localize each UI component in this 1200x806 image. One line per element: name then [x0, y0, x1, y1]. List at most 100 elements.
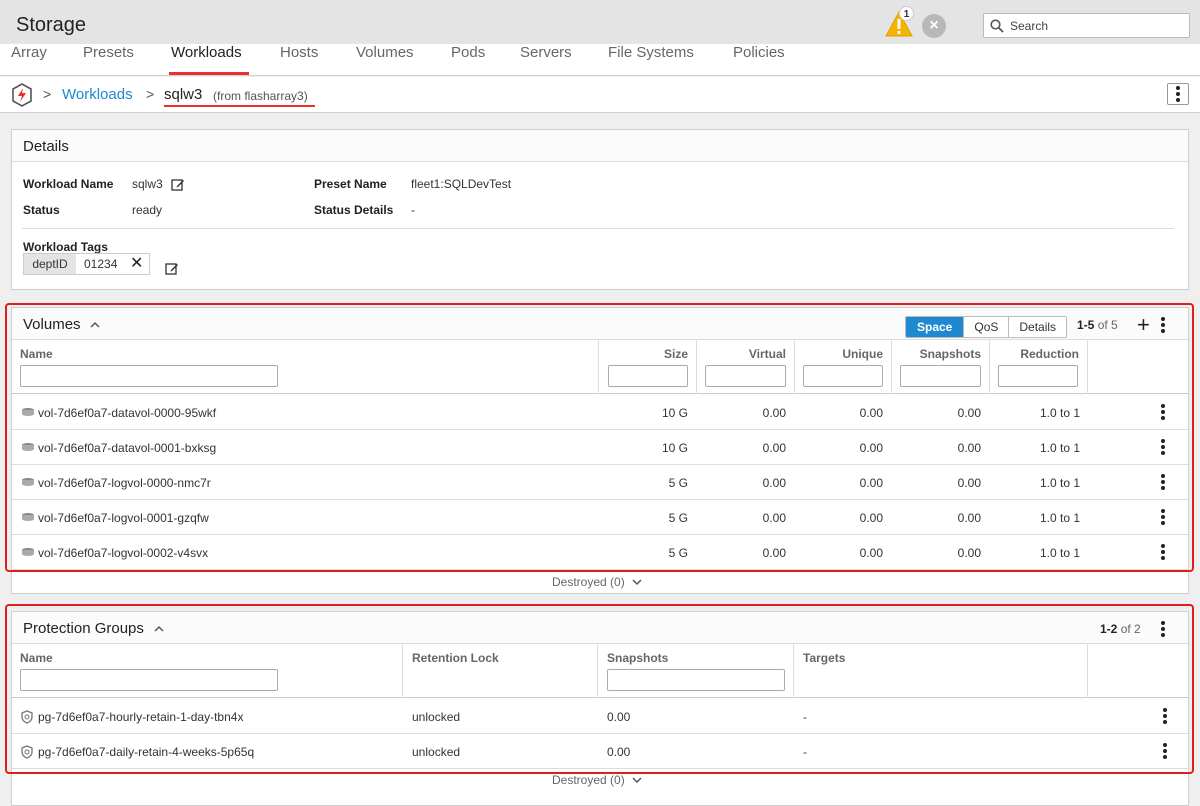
tab-servers[interactable]: Servers — [520, 44, 572, 62]
alert-count-badge: 1 — [899, 6, 914, 21]
protection-group-link[interactable]: pg-7d6ef0a7-hourly-retain-1-day-tbn4x — [38, 710, 243, 724]
tab-hosts[interactable]: Hosts — [280, 44, 318, 62]
row-kebab-icon[interactable] — [1160, 742, 1170, 760]
active-tab-indicator — [169, 72, 249, 75]
tab-policies[interactable]: Policies — [733, 44, 785, 62]
volume-icon — [22, 548, 34, 556]
chevron-up-icon[interactable] — [154, 625, 164, 633]
col-unique: Unique — [842, 347, 883, 361]
volumes-pager: 1-5 of 5 — [1077, 318, 1118, 332]
page-actions-button[interactable] — [1167, 83, 1189, 105]
status-details-label: Status Details — [314, 203, 394, 217]
view-qos-button[interactable]: QoS — [963, 317, 1009, 337]
tab-volumes[interactable]: Volumes — [356, 44, 414, 62]
edit-tags-icon[interactable] — [165, 262, 179, 276]
col-retention-lock: Retention Lock — [412, 651, 499, 665]
tag-value: 01234 — [84, 257, 118, 271]
protection-groups-pager: 1-2 of 2 — [1100, 622, 1141, 636]
col-snapshots: Snapshots — [607, 651, 669, 665]
breadcrumb: > Workloads > sqlw3 (from flasharray3) — [0, 77, 1200, 113]
pg-snapshots-filter-input[interactable] — [607, 669, 785, 691]
row-kebab-icon[interactable] — [1158, 403, 1168, 421]
search-box[interactable] — [983, 13, 1190, 38]
pg-name-filter-input[interactable] — [20, 669, 278, 691]
protection-groups-kebab-icon[interactable] — [1158, 620, 1168, 638]
tag-chip: deptID 01234 ✕ — [23, 253, 150, 275]
breadcrumb-source: (from flasharray3) — [213, 89, 308, 103]
reduction-filter-input[interactable] — [998, 365, 1078, 387]
preset-name-label: Preset Name — [314, 177, 387, 191]
col-size: Size — [663, 347, 688, 361]
table-row: pg-7d6ef0a7-daily-retain-4-weeks-5p65q u… — [12, 734, 1188, 769]
brand-logo-icon[interactable] — [11, 83, 33, 107]
volume-icon — [22, 443, 34, 451]
row-kebab-icon[interactable] — [1158, 543, 1168, 561]
shield-icon — [21, 745, 33, 759]
destroyed-volumes-toggle[interactable]: Destroyed (0) — [552, 575, 642, 589]
tab-pods[interactable]: Pods — [451, 44, 485, 62]
name-filter-input[interactable] — [20, 365, 278, 387]
nav-tabs: Array Presets Workloads Hosts Volumes Po… — [0, 44, 1200, 76]
status-value: ready — [132, 203, 163, 217]
volume-icon — [22, 478, 34, 486]
volume-name-link[interactable]: vol-7d6ef0a7-logvol-0001-gzqfw — [38, 511, 209, 525]
protection-groups-title: Protection Groups — [23, 620, 144, 637]
volume-name-link[interactable]: vol-7d6ef0a7-logvol-0000-nmc7r — [38, 476, 211, 490]
search-input[interactable] — [1010, 17, 1185, 35]
chevron-down-icon — [632, 579, 642, 586]
view-details-button[interactable]: Details — [1008, 317, 1067, 337]
tab-file-systems[interactable]: File Systems — [608, 44, 694, 62]
volume-name-link[interactable]: vol-7d6ef0a7-logvol-0002-v4svx — [38, 546, 208, 560]
chevron-up-icon[interactable] — [90, 321, 100, 329]
details-title: Details — [23, 138, 69, 155]
virtual-filter-input[interactable] — [705, 365, 786, 387]
breadcrumb-current: sqlw3 — [164, 86, 203, 103]
volume-icon — [22, 408, 34, 416]
size-filter-input[interactable] — [608, 365, 688, 387]
search-icon — [990, 19, 1004, 33]
alerts-button[interactable]: 1 — [884, 6, 914, 40]
row-kebab-icon[interactable] — [1158, 473, 1168, 491]
status-details-value: - — [411, 203, 415, 217]
remove-tag-icon[interactable]: ✕ — [130, 254, 143, 274]
protection-group-link[interactable]: pg-7d6ef0a7-daily-retain-4-weeks-5p65q — [38, 745, 254, 759]
volume-name-link[interactable]: vol-7d6ef0a7-datavol-0000-95wkf — [38, 406, 216, 420]
details-panel: Details Workload Name sqlw3 Status ready… — [11, 129, 1189, 290]
row-kebab-icon[interactable] — [1158, 508, 1168, 526]
add-volume-button[interactable]: + — [1137, 314, 1150, 336]
workload-name-value: sqlw3 — [132, 177, 163, 191]
edit-icon[interactable] — [171, 178, 185, 192]
unique-filter-input[interactable] — [803, 365, 883, 387]
breadcrumb-workloads-link[interactable]: Workloads — [62, 86, 133, 103]
volume-name-link[interactable]: vol-7d6ef0a7-datavol-0001-bxksg — [38, 441, 216, 455]
breadcrumb-highlight — [164, 105, 315, 107]
volumes-title: Volumes — [23, 316, 81, 333]
protection-groups-panel: Protection Groups 1-2 of 2 Name Retentio… — [11, 611, 1189, 806]
status-label: Status — [23, 203, 60, 217]
table-row: vol-7d6ef0a7-datavol-0001-bxksg 10 G 0.0… — [12, 430, 1188, 465]
tab-array[interactable]: Array — [11, 44, 47, 62]
view-space-button[interactable]: Space — [906, 317, 964, 337]
tab-presets[interactable]: Presets — [83, 44, 134, 62]
view-toggle: Space QoS Details — [905, 316, 1068, 338]
chevron-down-icon — [632, 777, 642, 784]
col-targets: Targets — [803, 651, 846, 665]
col-name: Name — [20, 651, 53, 665]
destroyed-protection-groups-toggle[interactable]: Destroyed (0) — [552, 773, 642, 787]
table-row: vol-7d6ef0a7-logvol-0001-gzqfw 5 G 0.00 … — [12, 500, 1188, 535]
tag-key: deptID — [24, 254, 76, 274]
volumes-kebab-icon[interactable] — [1158, 316, 1168, 334]
kebab-icon — [1173, 85, 1183, 103]
tab-workloads[interactable]: Workloads — [171, 44, 242, 62]
table-row: vol-7d6ef0a7-datavol-0000-95wkf 10 G 0.0… — [12, 395, 1188, 430]
row-kebab-icon[interactable] — [1158, 438, 1168, 456]
workload-tags-label: Workload Tags — [23, 240, 108, 254]
close-icon[interactable]: × — [922, 14, 946, 38]
app-title: Storage — [16, 14, 87, 36]
table-row: vol-7d6ef0a7-logvol-0002-v4svx 5 G 0.00 … — [12, 535, 1188, 570]
snapshots-filter-input[interactable] — [900, 365, 981, 387]
row-kebab-icon[interactable] — [1160, 707, 1170, 725]
col-virtual: Virtual — [748, 347, 786, 361]
workload-name-label: Workload Name — [23, 177, 114, 191]
volume-icon — [22, 513, 34, 521]
